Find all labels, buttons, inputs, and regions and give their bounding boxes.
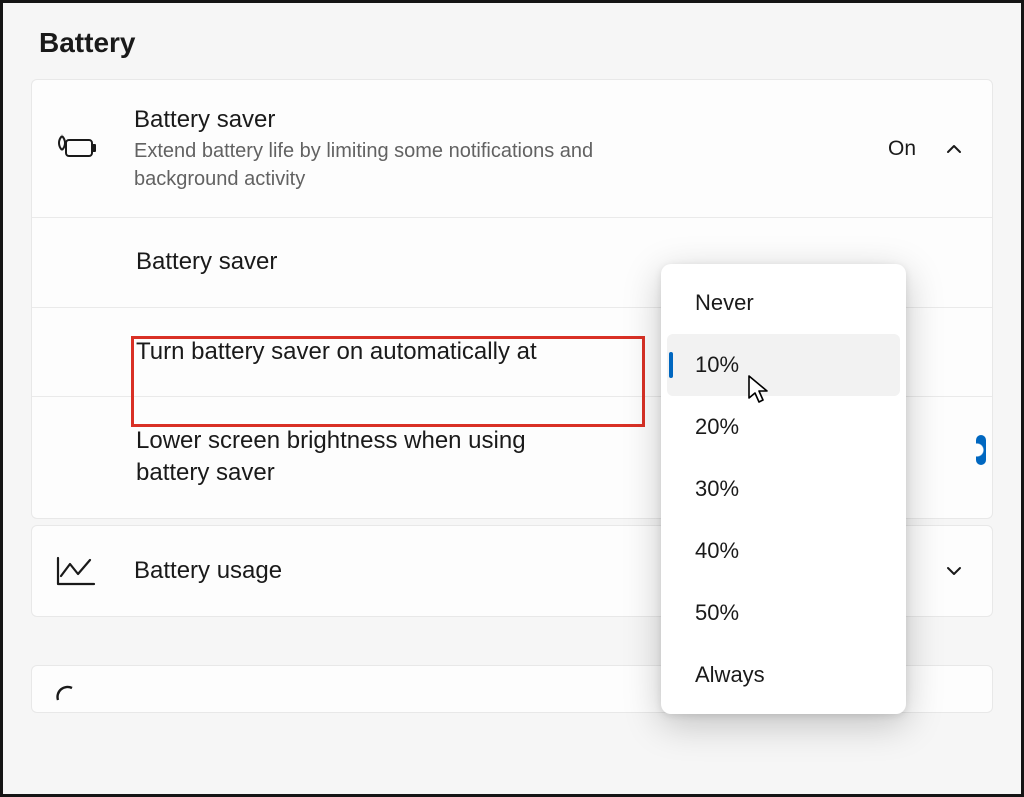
threshold-option[interactable]: 10%: [667, 334, 900, 396]
auto-turn-on-label: Turn battery saver on automatically at: [136, 336, 596, 368]
battery-saver-title: Battery saver: [134, 104, 888, 135]
threshold-option[interactable]: 30%: [667, 458, 900, 520]
generic-icon: [56, 684, 104, 702]
section-title: Battery: [39, 27, 993, 59]
threshold-option[interactable]: 50%: [667, 582, 900, 644]
battery-saver-toggle-label: Battery saver: [136, 246, 596, 278]
threshold-option[interactable]: 20%: [667, 396, 900, 458]
brightness-toggle-peek[interactable]: [976, 435, 986, 465]
battery-saver-header[interactable]: Battery saver Extend battery life by lim…: [32, 80, 992, 217]
chevron-down-icon: [944, 561, 964, 581]
threshold-option[interactable]: Always: [667, 644, 900, 706]
battery-saver-description: Extend battery life by limiting some not…: [134, 137, 694, 193]
battery-saver-icon: [56, 134, 104, 164]
threshold-dropdown-menu[interactable]: Never10%20%30%40%50%Always: [661, 264, 906, 714]
chart-line-icon: [56, 554, 104, 588]
battery-saver-text: Battery saver Extend battery life by lim…: [134, 104, 888, 193]
chevron-up-icon: [944, 139, 964, 159]
lower-brightness-label: Lower screen brightness when using batte…: [136, 425, 596, 490]
threshold-option[interactable]: Never: [667, 272, 900, 334]
threshold-option[interactable]: 40%: [667, 520, 900, 582]
battery-saver-status: On: [888, 137, 916, 161]
